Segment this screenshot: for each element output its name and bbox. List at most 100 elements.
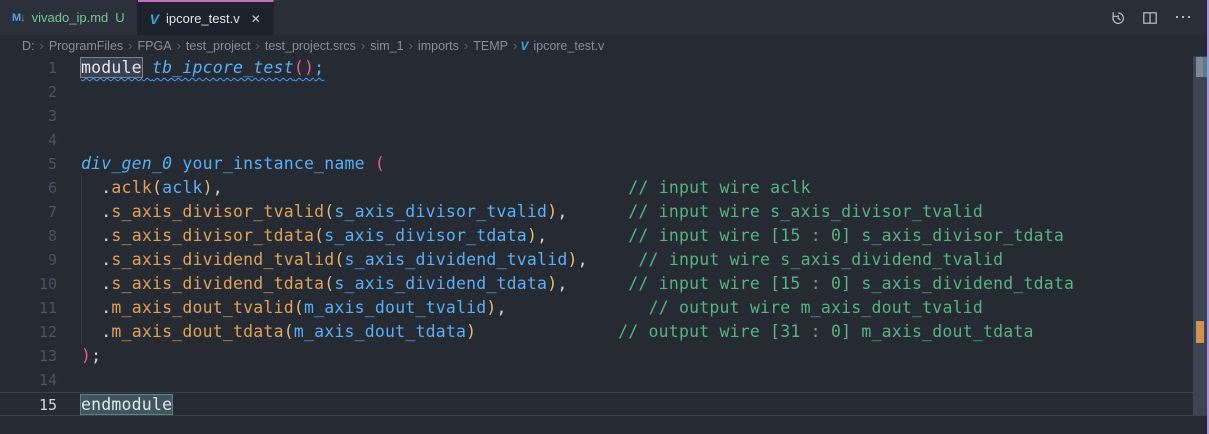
code-token: .: [101, 298, 111, 317]
breadcrumb-separator-icon: ›: [510, 38, 520, 53]
split-editor-icon[interactable]: [1142, 10, 1158, 26]
code-text: endmodule: [81, 393, 172, 415]
close-icon[interactable]: ✕: [251, 12, 261, 26]
code-token: ,: [578, 250, 588, 269]
breadcrumb-item[interactable]: test_project: [184, 39, 253, 53]
code-token: ;: [91, 346, 101, 365]
overview-marker-orange-icon: [1196, 321, 1204, 343]
code-line[interactable]: 8 .s_axis_divisor_tdata(s_axis_divisor_t…: [0, 224, 1209, 248]
code-token: ): [486, 298, 496, 317]
timeline-history-icon[interactable]: [1110, 10, 1126, 26]
code-token: s_axis_divisor_tvalid: [111, 202, 324, 221]
breadcrumb-separator-icon: ›: [253, 38, 263, 53]
code-token: .: [101, 322, 111, 341]
code-token: (: [294, 298, 304, 317]
line-number: 5: [0, 152, 57, 176]
code-text: .aclk(aclk), // input wire aclk: [81, 176, 811, 200]
more-actions-icon[interactable]: ⋯: [1174, 7, 1193, 28]
code-token: [81, 298, 101, 317]
code-token: ): [527, 226, 537, 245]
code-token: ,: [557, 274, 567, 293]
code-text: .s_axis_divisor_tdata(s_axis_divisor_tda…: [81, 224, 1064, 248]
indent-guide: [81, 176, 82, 344]
code-token: (: [324, 202, 334, 221]
code-token: ): [203, 178, 213, 197]
code-token: tb_ipcore_test: [152, 58, 294, 77]
breadcrumb-item[interactable]: TEMP: [471, 39, 510, 53]
breadcrumb-item[interactable]: FPGA: [136, 39, 174, 53]
code-token: [365, 154, 375, 173]
code-text: module tb_ipcore_test();: [81, 56, 324, 80]
code-token: (): [294, 58, 314, 77]
code-token: [81, 322, 101, 341]
line-number: 12: [0, 320, 57, 344]
line-number: 15: [0, 393, 57, 415]
code-token: ): [466, 322, 476, 341]
code-line[interactable]: 7 .s_axis_divisor_tvalid(s_axis_divisor_…: [0, 200, 1209, 224]
breadcrumb-item[interactable]: D:: [20, 39, 37, 53]
code-text: div_gen_0 your_instance_name (: [81, 152, 385, 176]
code-token: your_instance_name: [182, 154, 364, 173]
line-number: 2: [0, 80, 57, 104]
code-line[interactable]: 10 .s_axis_dividend_tdata(s_axis_dividen…: [0, 272, 1209, 296]
breadcrumb-item[interactable]: sim_1: [368, 39, 405, 53]
scrollbar-thumb[interactable]: [1193, 56, 1207, 415]
code-line[interactable]: 15 endmodule: [0, 392, 1209, 416]
code-line[interactable]: 4: [0, 128, 1209, 152]
code-token: module: [81, 58, 142, 77]
code-line[interactable]: 2: [0, 80, 1209, 104]
tab-bar: M↓ vivado_ip.md U V ipcore_test.v ✕ ⋯: [0, 0, 1209, 35]
code-token: s_axis_dividend_tvalid: [111, 250, 334, 269]
git-untracked-badge: U: [115, 10, 124, 25]
code-line[interactable]: 14: [0, 368, 1209, 392]
tab-ipcore-test-v[interactable]: V ipcore_test.v ✕: [138, 0, 274, 35]
code-token: m_axis_dout_tdata: [111, 322, 283, 341]
code-token: ): [547, 274, 557, 293]
code-token: [588, 250, 639, 269]
breadcrumb-item[interactable]: ProgramFiles: [47, 39, 125, 53]
code-token: [81, 226, 101, 245]
code-token: [172, 154, 182, 173]
code-line[interactable]: 9 .s_axis_dividend_tvalid(s_axis_dividen…: [0, 248, 1209, 272]
code-line[interactable]: 6 .aclk(aclk), // input wire aclk: [0, 176, 1209, 200]
line-number: 6: [0, 176, 57, 200]
code-line[interactable]: 11 .m_axis_dout_tvalid(m_axis_dout_tvali…: [0, 296, 1209, 320]
code-token: ,: [557, 202, 567, 221]
code-text: .s_axis_divisor_tvalid(s_axis_divisor_tv…: [81, 200, 983, 224]
code-token: // input wire [15 : 0] s_axis_divisor_td…: [628, 226, 1064, 245]
code-token: [142, 58, 152, 77]
code-token: s_axis_divisor_tdata: [111, 226, 314, 245]
breadcrumb-separator-icon: ›: [174, 38, 184, 53]
code-editor[interactable]: 1module tb_ipcore_test();2345 div_gen_0 y…: [0, 56, 1209, 434]
verilog-icon: V: [150, 11, 159, 27]
code-token: .: [101, 250, 111, 269]
code-token: m_axis_dout_tvalid: [111, 298, 293, 317]
code-token: aclk: [162, 178, 203, 197]
code-line[interactable]: 12 .m_axis_dout_tdata(m_axis_dout_tdata)…: [0, 320, 1209, 344]
line-number: 11: [0, 296, 57, 320]
code-token: (: [314, 226, 324, 245]
code-token: (: [334, 250, 344, 269]
code-token: .: [101, 274, 111, 293]
code-line[interactable]: 5 div_gen_0 your_instance_name (: [0, 152, 1209, 176]
tab-vivado-ip-md[interactable]: M↓ vivado_ip.md U: [0, 0, 138, 35]
code-line[interactable]: 3: [0, 104, 1209, 128]
code-token: div_gen_0: [81, 154, 172, 173]
code-token: ;: [314, 58, 324, 77]
markdown-icon: M↓: [12, 12, 25, 24]
code-token: // input wire [15 : 0] s_axis_dividend_t…: [628, 274, 1074, 293]
breadcrumb-item[interactable]: imports: [416, 39, 461, 53]
code-line[interactable]: 1module tb_ipcore_test();: [0, 56, 1209, 80]
code-line[interactable]: 13);: [0, 344, 1209, 368]
code-token: (: [284, 322, 294, 341]
code-text: .m_axis_dout_tdata(m_axis_dout_tdata) //…: [81, 320, 1034, 344]
code-token: // input wire s_axis_dividend_tvalid: [638, 250, 1003, 269]
code-token: ,: [497, 298, 507, 317]
breadcrumb-item[interactable]: test_project.srcs: [263, 39, 358, 53]
breadcrumb-file[interactable]: V ipcore_test.v: [520, 39, 604, 53]
code-token: ,: [213, 178, 223, 197]
code-token: // input wire s_axis_divisor_tvalid: [628, 202, 983, 221]
line-number: 13: [0, 344, 57, 368]
code-token: [567, 202, 628, 221]
line-number: 14: [0, 368, 57, 392]
